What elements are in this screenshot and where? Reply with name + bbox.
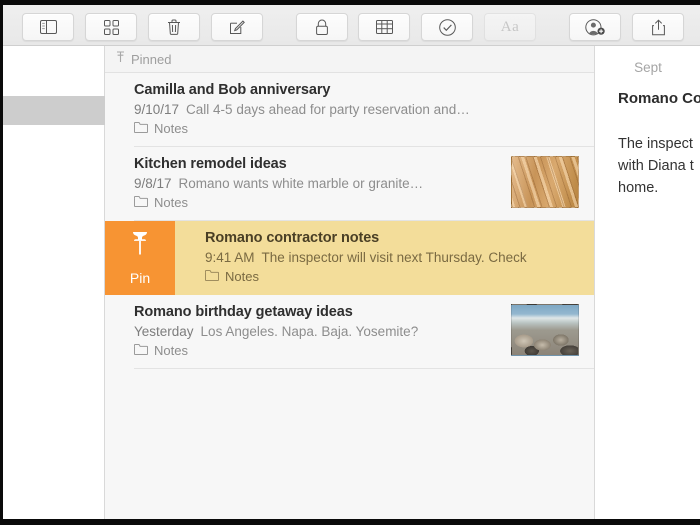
grid-icon [103,19,119,35]
note-snippet: Call 4-5 days ahead for party reservatio… [186,102,470,117]
pinned-section-label: Pinned [131,51,172,67]
note-folder-label: Notes [225,269,259,284]
pin-icon [116,50,125,68]
pin-swipe-action-button[interactable]: Pin [105,221,175,295]
folder-icon [134,120,148,138]
trash-icon [167,19,181,36]
text-format-icon: Aa [500,18,520,35]
note-detail-title: Romano Co [618,90,700,107]
note-list-item[interactable]: Camilla and Bob anniversary 9/10/17 Call … [105,73,594,147]
pinned-section-header: Pinned [105,46,594,73]
notes-app-window: Aa Pinned Camilla and Bob anniversary 9/… [0,0,700,525]
note-title: Romano contractor notes [205,230,380,246]
note-folder: Notes [134,120,594,138]
note-snippet: Romano wants white marble or granite… [178,176,424,191]
window-bottom-edge [0,519,700,525]
note-preview: 9:41 AM The inspector will visit next Thu… [205,248,594,268]
gallery-view-button[interactable] [85,13,137,41]
note-thumbnail [511,304,579,356]
folder-icon [134,342,148,360]
lock-icon [315,19,329,36]
note-title: Camilla and Bob anniversary [134,82,331,98]
note-date: Yesterday [134,324,194,339]
lock-note-button[interactable] [296,13,348,41]
note-detail-body[interactable]: The inspect with Diana t home. [618,133,700,199]
note-date: 9:41 AM [205,250,255,265]
note-folder-label: Notes [154,121,188,136]
note-date: 9/10/17 [134,102,180,117]
pin-icon [129,230,151,263]
add-collaborator-button[interactable] [569,13,621,41]
compose-icon [229,19,245,35]
note-folder-label: Notes [154,343,188,358]
note-detail-date: Sept [634,60,662,75]
add-person-icon [585,18,605,36]
note-snippet: The inspector will visit next Thursday. … [261,250,527,265]
folders-sidebar[interactable] [3,46,105,519]
checklist-button[interactable] [421,13,473,41]
sidebar-item-selected[interactable] [3,96,105,125]
pin-action-label: Pin [129,270,151,286]
delete-note-button[interactable] [148,13,200,41]
note-detail-pane[interactable]: Sept Romano Co The inspect with Diana t … [596,46,700,519]
folder-icon [205,268,219,286]
toolbar: Aa [0,5,700,46]
share-button[interactable] [632,13,684,41]
insert-table-button[interactable] [358,13,410,41]
check-circle-icon [438,18,456,36]
list-divider [134,368,594,369]
format-button[interactable]: Aa [484,13,536,41]
sidebar-toggle-button[interactable] [22,13,74,41]
note-list-item[interactable]: Romano birthday getaway ideas Yesterday L… [105,295,594,369]
note-list-item[interactable]: Kitchen remodel ideas 9/8/17 Romano wants… [105,147,594,221]
note-thumbnail [511,156,579,208]
folder-icon [134,194,148,212]
note-folder-label: Notes [154,195,188,210]
compose-note-button[interactable] [211,13,263,41]
window-left-edge [0,0,3,525]
note-folder: Notes [205,268,594,286]
sidebar-icon [39,20,57,34]
note-snippet: Los Angeles. Napa. Baja. Yosemite? [200,324,419,339]
table-icon [375,20,393,34]
share-icon [651,18,666,36]
note-date: 9/8/17 [134,176,172,191]
note-preview: 9/10/17 Call 4-5 days ahead for party res… [134,100,594,120]
note-list[interactable]: Pinned Camilla and Bob anniversary 9/10/… [105,46,595,519]
note-list-item-swiped[interactable]: Pin Romano contractor notes 9:41 AM The i… [105,221,594,295]
